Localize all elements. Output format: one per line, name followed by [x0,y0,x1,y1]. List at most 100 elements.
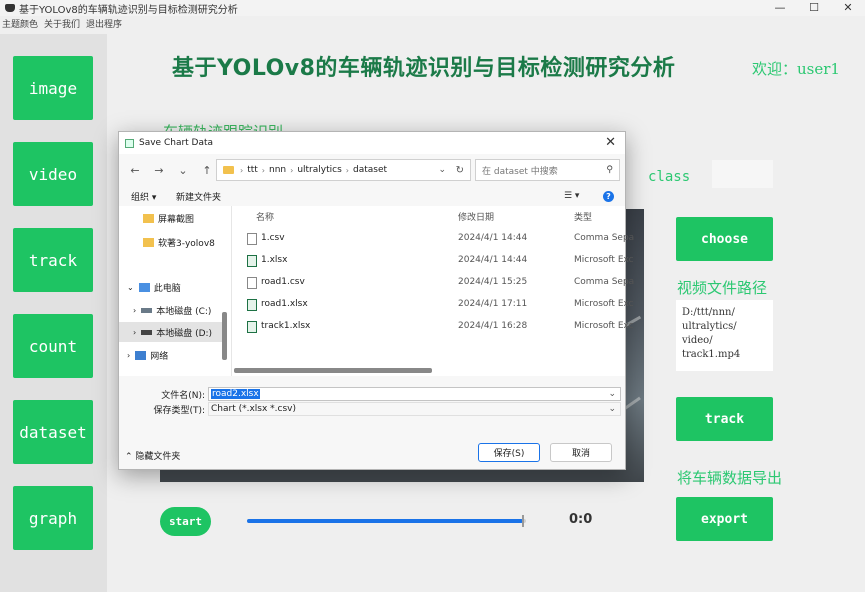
view-options-icon[interactable]: ☰ ▾ [564,191,579,201]
filetype-select[interactable]: Chart (*.xlsx *.csv) ⌄ [208,402,621,416]
help-icon[interactable]: ? [603,190,614,202]
file-date: 2024/4/1 15:25 [458,277,528,287]
dialog-app-icon [125,138,134,148]
app-icon [5,4,15,12]
forward-arrow-icon[interactable]: → [147,164,171,177]
address-bar[interactable]: › ttt › nnn › ultralytics › dataset ⌄ ↻ [216,159,471,181]
menu-about-us[interactable]: 关于我们 [44,17,80,31]
nav-scrollbar[interactable] [222,312,227,360]
slider-handle[interactable] [522,515,525,527]
chevron-right-icon[interactable]: › [133,306,136,315]
organize-menu[interactable]: 组织 ▾ [131,190,156,203]
welcome-text: 欢迎：user1 [752,60,840,78]
file-row[interactable]: track1.xlsx 2024/4/1 16:28 Microsoft Exc [232,316,634,338]
sidebar-dataset-button[interactable]: dataset [13,400,93,464]
menu-exit[interactable]: 退出程序 [86,17,122,31]
class-input[interactable] [712,160,773,188]
chevron-down-icon[interactable]: ⌄ [127,283,134,292]
file-date: 2024/4/1 14:44 [458,233,528,243]
dialog-close-icon[interactable]: ✕ [605,135,616,150]
filename-input[interactable]: road2.xlsx ⌄ [208,387,621,401]
progress-slider[interactable] [247,515,526,527]
back-arrow-icon[interactable]: ← [123,164,147,177]
breadcrumb-chevron-icon: › [290,165,294,175]
video-path-text: D:/ttt/nnn/ ultralytics/ video/ track1.m… [682,307,741,360]
minimize-button[interactable]: — [763,0,797,16]
cancel-button[interactable]: 取消 [550,443,612,462]
save-button[interactable]: 保存(S) [478,443,540,462]
search-placeholder: 在 dataset 中搜索 [482,166,558,177]
chevron-down-icon[interactable]: ⌄ [608,389,616,399]
filetype-value: Chart (*.xlsx *.csv) [211,404,297,414]
breadcrumb-item[interactable]: ttt [247,165,258,175]
nav-item-drive-c[interactable]: › 本地磁盘 (C:) [119,300,223,320]
chevron-right-icon[interactable]: › [127,351,130,360]
choose-button[interactable]: choose [676,217,773,261]
nav-item-label: 此电脑 [153,283,181,294]
drive-icon [141,307,153,313]
column-header-type[interactable]: 类型 [574,210,592,223]
file-type: Microsoft Exc [574,255,634,265]
file-name: 1.xlsx [261,255,288,265]
page-title: 基于YOLOv8的车辆轨迹识别与目标检测研究分析 [172,56,676,81]
dialog-title: Save Chart Data [139,138,214,148]
sidebar: image video track count dataset graph [0,34,107,592]
filename-value: road2.xlsx [211,389,260,399]
breadcrumb-item[interactable]: nnn [269,165,286,175]
file-list-scrollbar[interactable] [234,368,432,373]
sidebar-graph-button[interactable]: graph [13,486,93,550]
file-type: Microsoft Exc [574,299,634,309]
chevron-right-icon[interactable]: › [133,328,136,337]
breadcrumb-item[interactable]: ultralytics [297,165,341,175]
sidebar-count-button[interactable]: count [13,314,93,378]
breadcrumb-chevron-icon: › [261,165,265,175]
sidebar-video-button[interactable]: video [13,142,93,206]
close-button[interactable]: ✕ [831,0,865,16]
column-header-name[interactable]: 名称 [256,210,274,223]
refresh-icon[interactable]: ↻ [456,165,464,176]
file-row[interactable]: 1.xlsx 2024/4/1 14:44 Microsoft Exc [232,250,634,272]
nav-item-label: 本地磁盘 (C:) [156,306,212,317]
navigation-pane: 屏幕截图 软著3-yolov8 ⌄ 此电脑 › 本地磁盘 (C:) › 本地磁盘… [119,206,231,376]
nav-item-label: 软著3-yolov8 [158,238,215,249]
sidebar-track-button[interactable]: track [13,228,93,292]
excel-file-icon [247,299,257,311]
drive-icon [141,329,153,335]
video-path-label: 视频文件路径 [677,279,768,297]
file-row[interactable]: road1.xlsx 2024/4/1 17:11 Microsoft Exc [232,294,634,316]
file-row[interactable]: road1.csv 2024/4/1 15:25 Comma Sepa [232,272,634,294]
file-type: Microsoft Exc [574,321,634,331]
export-button[interactable]: export [676,497,773,541]
nav-item-drive-d[interactable]: › 本地磁盘 (D:) [119,322,223,342]
sidebar-image-button[interactable]: image [13,56,93,120]
nav-item-network[interactable]: › 网络 [119,345,223,365]
filename-label: 文件名(N): [161,390,205,401]
hide-folders-toggle[interactable]: ⌃ 隐藏文件夹 [125,449,180,462]
track-button[interactable]: track [676,397,773,441]
class-label: class [648,169,691,185]
search-icon: ⚲ [606,165,613,175]
file-row[interactable]: 1.csv 2024/4/1 14:44 Comma Sepa [232,228,634,250]
excel-file-icon [247,321,257,333]
nav-item-screenshots[interactable]: 屏幕截图 [119,208,223,228]
maximize-button[interactable]: ☐ [797,0,831,16]
column-header-date[interactable]: 修改日期 [458,210,494,223]
network-icon [135,350,147,360]
new-folder-button[interactable]: 新建文件夹 [176,190,221,203]
recent-locations-icon[interactable]: ⌄ [171,164,195,177]
breadcrumb-item[interactable]: dataset [353,165,387,175]
start-button[interactable]: start [160,507,211,536]
menubar: 主题颜色 关于我们 退出程序 [0,17,126,31]
search-input[interactable]: 在 dataset 中搜索 ⚲ [475,159,620,181]
nav-item-project-folder[interactable]: 软著3-yolov8 [119,232,223,252]
chevron-down-icon[interactable]: ⌄ [608,404,616,414]
save-dialog: Save Chart Data ✕ ← → ⌄ ↑ › ttt › nnn › … [118,131,634,470]
hide-folders-label: 隐藏文件夹 [135,452,181,462]
dialog-nav-row: ← → ⌄ ↑ › ttt › nnn › ultralytics › data… [119,156,625,184]
file-date: 2024/4/1 17:11 [458,299,528,309]
chevron-down-icon[interactable]: ⌄ [438,165,446,175]
nav-item-this-pc[interactable]: ⌄ 此电脑 [119,277,223,297]
breadcrumb-chevron-icon: › [345,165,349,175]
folder-icon [143,213,154,223]
menu-theme-color[interactable]: 主题颜色 [2,17,38,31]
